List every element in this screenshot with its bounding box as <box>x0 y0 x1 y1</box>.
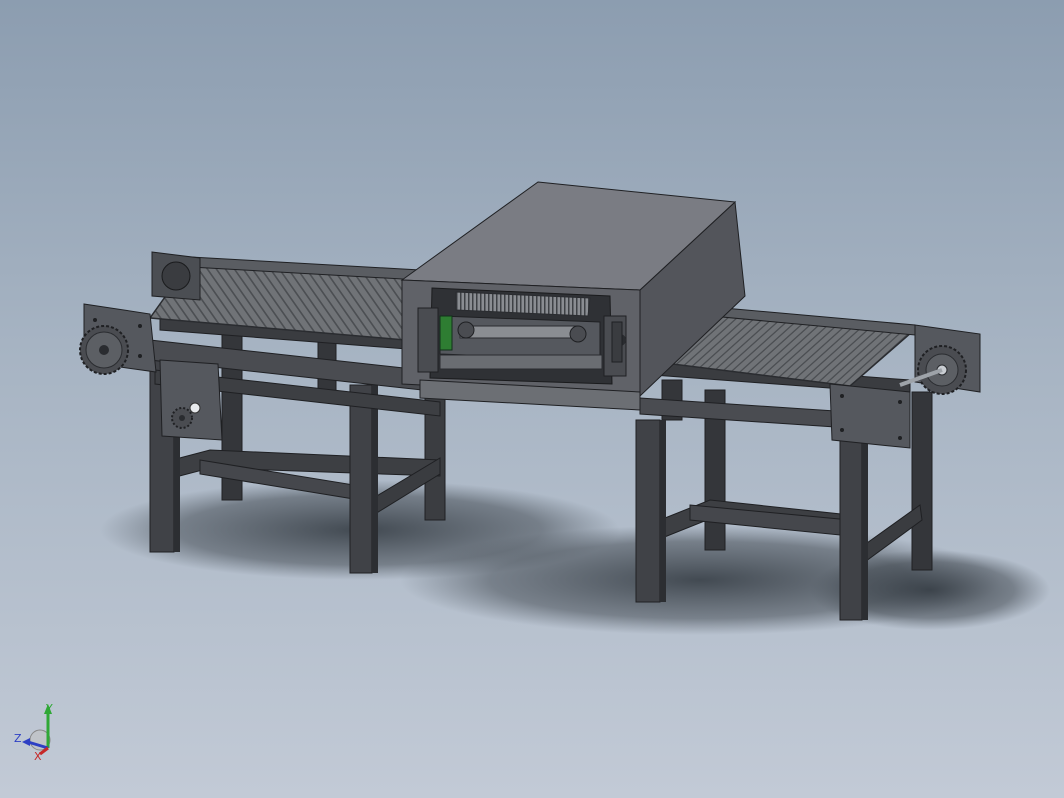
left-sprocket-icon <box>79 325 129 375</box>
y-axis-label: Y <box>45 702 53 715</box>
x-axis-label: X <box>34 750 42 763</box>
ground-shadow <box>100 480 1050 635</box>
view-orientation-triad[interactable]: Y Z X <box>14 702 53 763</box>
cad-viewport[interactable]: Y Z X <box>0 0 1064 798</box>
conveyor-model-view[interactable]: Y Z X <box>0 0 1064 798</box>
green-module <box>439 315 453 351</box>
motor-sprocket-icon <box>171 407 193 429</box>
z-axis-label: Z <box>14 732 22 745</box>
right-front-panel <box>829 383 911 449</box>
left-motor-plate <box>159 359 223 441</box>
